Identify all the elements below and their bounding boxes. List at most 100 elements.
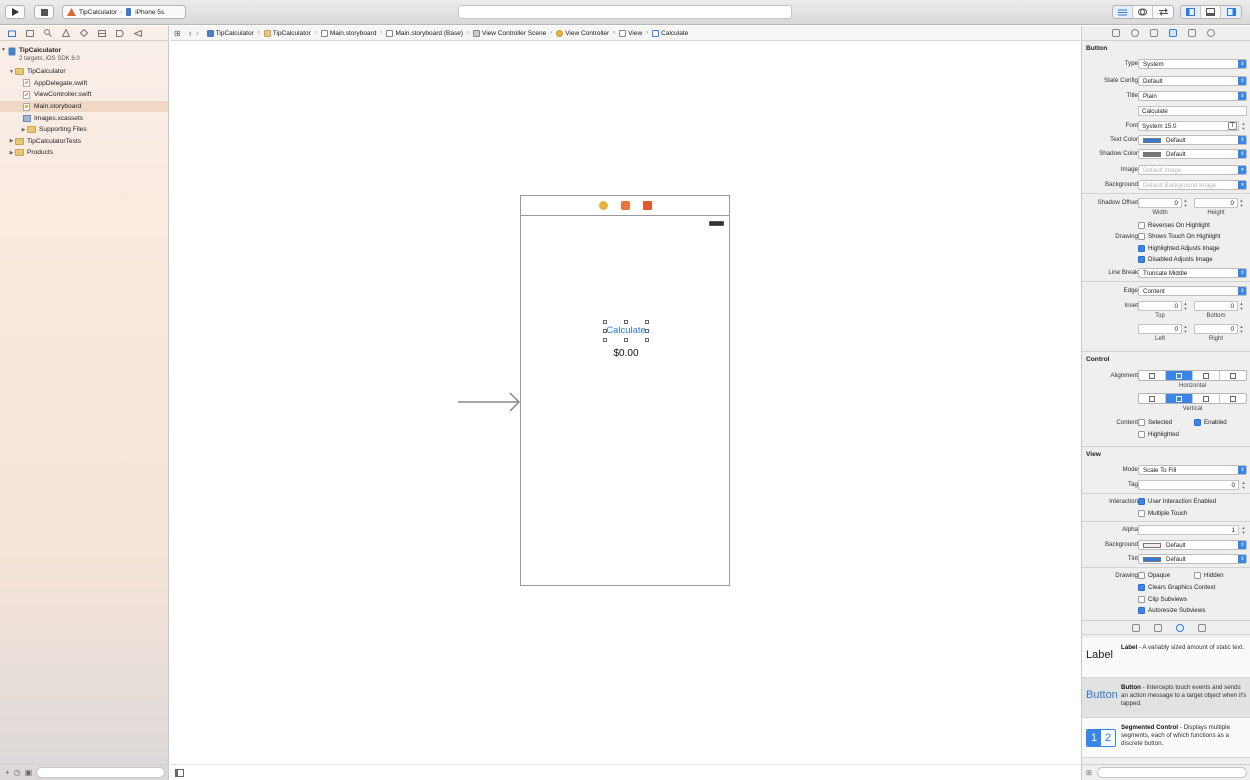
- background-image-combo[interactable]: Default Background Image ▾: [1138, 180, 1247, 190]
- tag-stepper[interactable]: ▲ ▼: [1241, 480, 1246, 490]
- warning-icon[interactable]: [62, 29, 70, 37]
- text-color-popup[interactable]: Default ⇕: [1138, 135, 1247, 145]
- align-right-button[interactable]: [1193, 371, 1220, 380]
- breadcrumb-group[interactable]: TipCalculator: [263, 29, 311, 37]
- inset-bottom-field[interactable]: 0: [1194, 301, 1238, 311]
- enabled-checkbox[interactable]: Enabled: [1194, 419, 1227, 426]
- user-interaction-checkbox[interactable]: User Interaction Enabled: [1138, 498, 1216, 505]
- disclosure-closed-icon[interactable]: ▶: [8, 138, 15, 144]
- tree-item-supporting-files[interactable]: ▶ Supporting Files: [0, 124, 168, 136]
- align-vfill-button[interactable]: [1220, 394, 1246, 403]
- disabled-adjusts-checkbox[interactable]: Disabled Adjusts Image: [1138, 256, 1213, 263]
- alpha-stepper[interactable]: ▲ ▼: [1241, 525, 1246, 535]
- title-popup[interactable]: Plain ⇕: [1138, 91, 1247, 101]
- clears-context-checkbox[interactable]: Clears Graphics Context: [1138, 584, 1215, 591]
- breadcrumb-project[interactable]: TipCalculator: [206, 29, 254, 37]
- related-items-icon[interactable]: ⊞: [174, 29, 181, 38]
- font-field[interactable]: System 15.0: [1138, 121, 1239, 131]
- symbol-icon[interactable]: [26, 29, 34, 37]
- shows-touch-checkbox[interactable]: Shows Touch On Highlight: [1138, 233, 1220, 240]
- recent-icon[interactable]: ◷: [14, 768, 21, 777]
- toggle-debug-button[interactable]: [1201, 6, 1221, 18]
- amount-label[interactable]: $0.00: [601, 348, 651, 359]
- stop-button[interactable]: [34, 5, 54, 19]
- breakpoint-icon[interactable]: [116, 29, 124, 37]
- back-icon[interactable]: ‹: [189, 28, 192, 38]
- test-icon[interactable]: [80, 29, 88, 37]
- tint-popup[interactable]: Default ⇕: [1138, 554, 1247, 564]
- shadow-width-stepper[interactable]: ▲ ▼: [1183, 198, 1188, 208]
- grid-view-icon[interactable]: ⊞: [1086, 769, 1092, 777]
- library-item-label[interactable]: Label Label - A variably sized amount of…: [1082, 638, 1250, 678]
- shadow-color-popup[interactable]: Default ⇕: [1138, 149, 1247, 159]
- file-template-icon[interactable]: [1132, 623, 1140, 632]
- object-library-icon[interactable]: [1176, 623, 1184, 632]
- scheme-selector[interactable]: TipCalculator › iPhone 5s: [62, 5, 186, 19]
- breadcrumb-view[interactable]: View: [619, 29, 642, 37]
- resize-handle[interactable]: [645, 338, 649, 342]
- first-responder-icon[interactable]: [620, 201, 630, 210]
- tree-item-main-storyboard[interactable]: Main.storyboard: [0, 100, 168, 113]
- tree-item-viewcontroller[interactable]: ViewController.swift: [0, 89, 168, 101]
- font-picker-icon[interactable]: T: [1228, 122, 1237, 130]
- type-popup[interactable]: System ⇕: [1138, 59, 1247, 69]
- selected-checkbox[interactable]: Selected: [1138, 419, 1172, 426]
- image-combo[interactable]: Default Image ▾: [1138, 165, 1247, 175]
- align-fill-button[interactable]: [1220, 371, 1246, 380]
- log-icon[interactable]: [134, 29, 142, 37]
- highlighted-adjusts-checkbox[interactable]: Highlighted Adjusts Image: [1138, 245, 1220, 252]
- breadcrumb-storyboard-base[interactable]: Main.storyboard (Base): [386, 29, 463, 37]
- media-library-icon[interactable]: [1198, 623, 1206, 632]
- shadow-height-field[interactable]: 0: [1194, 198, 1238, 208]
- align-middle-button[interactable]: [1166, 394, 1193, 403]
- navigator-filter-input[interactable]: [36, 767, 165, 778]
- resize-handle[interactable]: [603, 338, 607, 342]
- tree-item-images[interactable]: Images.xcassets: [0, 112, 168, 124]
- clip-subviews-checkbox[interactable]: Clip Subviews: [1138, 596, 1187, 603]
- shadow-height-stepper[interactable]: ▲ ▼: [1239, 198, 1244, 208]
- inset-bottom-stepper[interactable]: ▲ ▼: [1239, 301, 1244, 311]
- multiple-touch-checkbox[interactable]: Multiple Touch: [1138, 510, 1187, 517]
- view-controller-icon[interactable]: [598, 201, 608, 210]
- device-name[interactable]: iPhone 5s: [135, 9, 164, 16]
- view-controller-scene[interactable]: Calculate $0.00: [520, 195, 730, 586]
- resize-handle[interactable]: [624, 320, 628, 324]
- highlighted-checkbox[interactable]: Highlighted: [1138, 431, 1179, 438]
- font-stepper[interactable]: ▲ ▼: [1241, 121, 1246, 131]
- breadcrumb-scene[interactable]: View Controller Scene: [473, 29, 546, 37]
- shadow-width-field[interactable]: 0: [1138, 198, 1182, 208]
- disclosure-open-icon[interactable]: ▼: [8, 69, 15, 75]
- connections-icon[interactable]: [1207, 29, 1215, 37]
- inset-top-field[interactable]: 0: [1138, 301, 1182, 311]
- resize-handle[interactable]: [603, 320, 607, 324]
- file-inspector-icon[interactable]: [1112, 29, 1120, 37]
- hidden-checkbox[interactable]: Hidden: [1194, 572, 1224, 579]
- align-center-button[interactable]: [1166, 371, 1193, 380]
- align-top-button[interactable]: [1139, 394, 1166, 403]
- code-snippet-icon[interactable]: [1154, 623, 1162, 632]
- alpha-field[interactable]: 1: [1138, 525, 1239, 535]
- calculate-button[interactable]: Calculate: [605, 326, 647, 336]
- library-item-button[interactable]: Button Button - Intercepts touch events …: [1082, 678, 1250, 718]
- edge-popup[interactable]: Content ⇕: [1138, 286, 1247, 296]
- tag-field[interactable]: 0: [1138, 480, 1239, 490]
- help-icon[interactable]: [1131, 29, 1139, 37]
- line-break-popup[interactable]: Truncate Middle ⇕: [1138, 268, 1247, 278]
- breadcrumb-button[interactable]: Calculate: [652, 29, 688, 37]
- version-editor-button[interactable]: [1153, 6, 1173, 18]
- disclosure-open-icon[interactable]: ▼: [0, 47, 7, 53]
- tree-item-tests[interactable]: ▶ TipCalculatorTests: [0, 136, 168, 148]
- align-left-button[interactable]: [1139, 371, 1166, 380]
- reverses-checkbox[interactable]: Reverses On Highlight: [1138, 222, 1210, 229]
- resize-handle[interactable]: [624, 338, 628, 342]
- align-bottom-button[interactable]: [1193, 394, 1220, 403]
- folder-icon[interactable]: [8, 30, 16, 37]
- tree-item-products[interactable]: ▶ Products: [0, 147, 168, 159]
- forward-icon[interactable]: ›: [196, 28, 199, 38]
- assistant-editor-button[interactable]: [1133, 6, 1153, 18]
- run-button[interactable]: [5, 5, 25, 19]
- inset-left-field[interactable]: 0: [1138, 324, 1182, 334]
- identity-icon[interactable]: [1150, 29, 1158, 37]
- inset-right-stepper[interactable]: ▲ ▼: [1239, 324, 1244, 334]
- disclosure-closed-icon[interactable]: ▶: [8, 150, 15, 156]
